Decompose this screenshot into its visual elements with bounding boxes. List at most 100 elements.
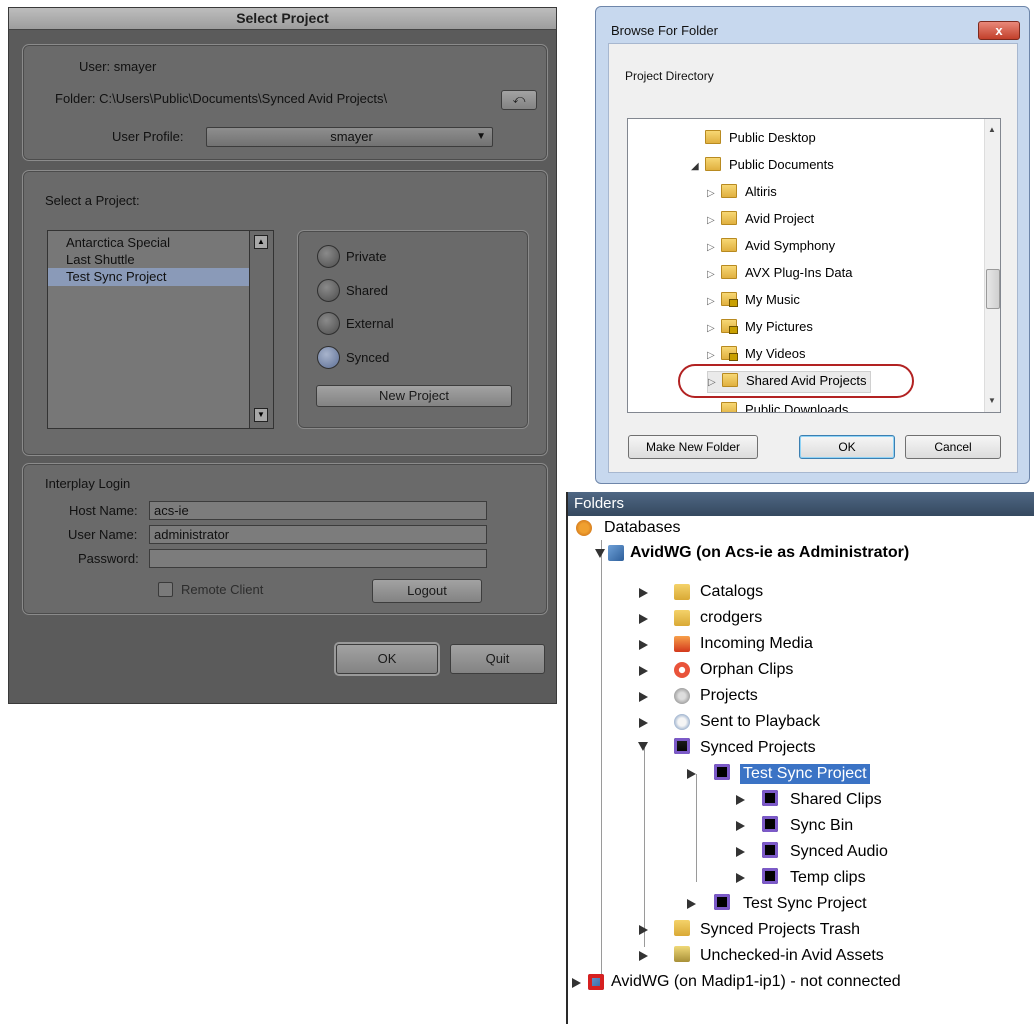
scroll-down-icon[interactable]: ▼ bbox=[254, 408, 268, 422]
tree-item[interactable]: Projects bbox=[700, 686, 758, 706]
scroll-up-icon[interactable]: ▲ bbox=[254, 235, 268, 249]
tree-item[interactable]: Synced Audio bbox=[790, 842, 888, 862]
tree-item-databases[interactable]: Databases bbox=[604, 518, 681, 538]
tree-item[interactable]: ▷ My Music bbox=[707, 291, 800, 311]
user-profile-value: smayer bbox=[330, 129, 373, 144]
expand-icon[interactable] bbox=[639, 925, 648, 935]
make-new-folder-button[interactable]: Make New Folder bbox=[628, 435, 758, 459]
user-profile-select[interactable]: smayer ▼ bbox=[206, 127, 493, 147]
host-name-label: Host Name: bbox=[69, 503, 138, 518]
expand-icon[interactable] bbox=[687, 899, 696, 909]
scroll-up-icon[interactable]: ▲ bbox=[988, 125, 996, 134]
expand-icon[interactable] bbox=[736, 795, 745, 805]
expand-icon[interactable] bbox=[639, 666, 648, 676]
radio-shared-label: Shared bbox=[346, 283, 388, 298]
tree-item[interactable]: Test Sync Project bbox=[743, 894, 867, 914]
folders-header: Folders bbox=[568, 492, 1034, 516]
scroll-down-icon[interactable]: ▼ bbox=[988, 396, 996, 405]
expand-icon[interactable] bbox=[595, 549, 605, 558]
user-label: User: smayer bbox=[79, 59, 157, 74]
tree-item[interactable]: Orphan Clips bbox=[700, 660, 793, 680]
quit-button[interactable]: Quit bbox=[450, 644, 545, 674]
remote-client-label: Remote Client bbox=[181, 582, 264, 597]
tree-item[interactable]: ▷ Avid Project bbox=[707, 210, 814, 230]
host-name-input[interactable]: acs-ie bbox=[149, 501, 487, 520]
user-panel: User: smayer Folder: C:\Users\Public\Doc… bbox=[22, 44, 548, 161]
folder-icon bbox=[721, 184, 737, 198]
bin-icon bbox=[762, 790, 778, 806]
tree-item[interactable]: Public Downloads bbox=[707, 401, 848, 412]
tree-item[interactable]: Sent to Playback bbox=[700, 712, 820, 732]
ok-button[interactable]: OK bbox=[336, 644, 438, 674]
assets-icon bbox=[674, 946, 690, 962]
dialog-title: Select Project bbox=[9, 8, 556, 30]
user-name-input[interactable]: administrator bbox=[149, 525, 487, 544]
folder-icon bbox=[721, 265, 737, 279]
tree-item[interactable]: ▷ My Videos bbox=[707, 345, 805, 365]
cancel-button[interactable]: Cancel bbox=[905, 435, 1001, 459]
bin-icon bbox=[762, 816, 778, 832]
logout-button[interactable]: Logout bbox=[372, 579, 482, 603]
tree-item[interactable]: Incoming Media bbox=[700, 634, 813, 654]
tree-item[interactable]: Sync Bin bbox=[790, 816, 853, 836]
expand-icon[interactable] bbox=[572, 978, 581, 988]
radio-external[interactable] bbox=[317, 312, 340, 335]
expand-icon[interactable] bbox=[736, 847, 745, 857]
tree-item[interactable]: ◢ Public Documents bbox=[691, 156, 834, 176]
expand-icon[interactable] bbox=[638, 742, 648, 751]
select-project-label: Select a Project: bbox=[45, 193, 140, 208]
tree-item[interactable]: Unchecked-in Avid Assets bbox=[700, 946, 884, 966]
tree-item[interactable]: crodgers bbox=[700, 608, 762, 628]
expand-icon[interactable] bbox=[639, 692, 648, 702]
radio-synced-label: Synced bbox=[346, 350, 390, 365]
tree-item-selected[interactable]: Test Sync Project bbox=[740, 764, 870, 784]
expand-icon[interactable] bbox=[639, 951, 648, 961]
expand-icon[interactable] bbox=[639, 614, 648, 624]
tree-item[interactable]: Shared Clips bbox=[790, 790, 882, 810]
new-project-button[interactable]: New Project bbox=[316, 385, 512, 407]
remote-client-checkbox[interactable] bbox=[158, 582, 173, 597]
tree-item[interactable]: ▷ Altiris bbox=[707, 183, 777, 203]
tree-item[interactable]: Catalogs bbox=[700, 582, 763, 602]
expand-icon[interactable] bbox=[736, 821, 745, 831]
expand-icon[interactable] bbox=[639, 640, 648, 650]
folder-browse-button[interactable]: ⤺ bbox=[501, 90, 537, 110]
close-icon[interactable]: x bbox=[978, 21, 1020, 40]
interplay-login-panel: Interplay Login Host Name: acs-ie User N… bbox=[22, 463, 548, 615]
tree-item-db2[interactable]: AvidWG (on Madip1-ip1) - not connected bbox=[611, 972, 901, 992]
browse-title: Browse For Folder bbox=[611, 23, 718, 38]
scrollbar[interactable]: ▲ ▼ bbox=[984, 119, 1000, 412]
scroll-thumb[interactable] bbox=[986, 269, 1000, 309]
radio-shared[interactable] bbox=[317, 279, 340, 302]
tree-item[interactable]: Synced Projects bbox=[700, 738, 816, 758]
expand-icon[interactable] bbox=[639, 718, 648, 728]
tree-item[interactable]: ▷ My Pictures bbox=[707, 318, 813, 338]
list-item[interactable]: Antarctica Special bbox=[66, 235, 170, 250]
tree-item[interactable]: Synced Projects Trash bbox=[700, 920, 860, 940]
list-item[interactable]: Last Shuttle bbox=[66, 252, 135, 267]
lifebuoy-icon bbox=[674, 662, 690, 678]
tree-item[interactable]: Public Desktop bbox=[691, 129, 816, 147]
folder-tree[interactable]: Public Desktop ◢ Public Documents ▷ Altiri… bbox=[627, 118, 1001, 413]
expand-icon[interactable] bbox=[639, 588, 648, 598]
radio-synced[interactable] bbox=[317, 346, 340, 369]
locked-folder-icon bbox=[721, 346, 738, 361]
project-list[interactable]: Antarctica Special Last Shuttle Test Syn… bbox=[47, 230, 274, 429]
tree-item[interactable]: ▷ AVX Plug-Ins Data bbox=[707, 264, 852, 284]
expand-icon[interactable] bbox=[687, 769, 696, 779]
tree-item-db1[interactable]: AvidWG (on Acs-ie as Administrator) bbox=[630, 543, 909, 563]
scrollbar[interactable]: ▲ ▼ bbox=[249, 231, 273, 428]
tree-item[interactable]: Temp clips bbox=[790, 868, 866, 888]
browse-for-folder-dialog: Browse For Folder x Project Directory Pu… bbox=[595, 6, 1030, 484]
ok-button[interactable]: OK bbox=[799, 435, 895, 459]
chevron-down-icon: ▼ bbox=[476, 131, 486, 142]
database-disconnected-icon bbox=[588, 974, 604, 990]
user-name-label: User Name: bbox=[68, 527, 138, 542]
tree-item[interactable]: ▷ Avid Symphony bbox=[707, 237, 835, 257]
folders-panel: Folders Databases AvidWG (on Acs-ie as A… bbox=[566, 492, 1034, 1024]
radio-private[interactable] bbox=[317, 245, 340, 268]
password-input[interactable] bbox=[149, 549, 487, 568]
expand-icon[interactable] bbox=[736, 873, 745, 883]
list-item-selected[interactable]: Test Sync Project bbox=[48, 268, 249, 286]
folder-icon bbox=[705, 157, 721, 171]
